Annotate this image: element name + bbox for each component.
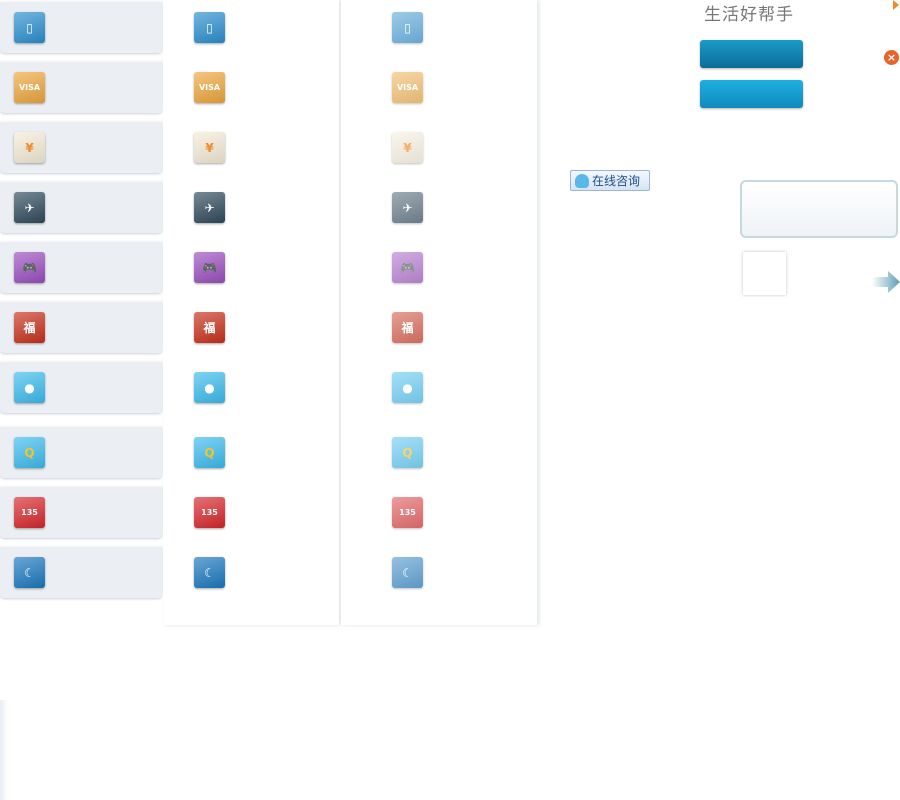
qcoin-icon[interactable]: Q — [14, 437, 45, 468]
lottery-fu-icon[interactable]: 福 — [194, 312, 225, 343]
mobile-recharge-icon[interactable]: ▯ — [392, 12, 423, 43]
icon-column-faded — [341, 0, 537, 625]
credit-card-icon[interactable]: VISA — [14, 72, 45, 103]
game-controller-icon[interactable]: 🎮 — [14, 252, 45, 283]
hotel-icon[interactable]: ☾ — [194, 557, 225, 588]
house-payment-icon[interactable]: ¥ — [392, 132, 423, 163]
credit-card-icon[interactable]: VISA — [392, 72, 423, 103]
arrow-right-icon[interactable] — [872, 270, 900, 294]
icon-column-normal — [163, 0, 339, 625]
flight-icon[interactable]: ✈ — [194, 192, 225, 223]
mobile-recharge-icon[interactable]: ▯ — [14, 12, 45, 43]
page-title: 生活好帮手 — [704, 5, 794, 25]
flight-icon[interactable]: ✈ — [392, 192, 423, 223]
lottery-fu-icon[interactable]: 福 — [392, 312, 423, 343]
blue-button[interactable] — [700, 80, 803, 108]
shadow-edge — [0, 700, 8, 800]
number-lottery-icon[interactable]: 135 — [194, 497, 225, 528]
lottery-fu-icon[interactable]: 福 — [14, 312, 45, 343]
game-controller-icon[interactable]: 🎮 — [392, 252, 423, 283]
qq-penguin-icon[interactable]: ● — [392, 372, 423, 403]
qq-penguin-icon[interactable]: ● — [14, 372, 45, 403]
flight-icon[interactable]: ✈ — [14, 192, 45, 223]
house-payment-icon[interactable]: ¥ — [14, 132, 45, 163]
image-frame — [743, 252, 786, 295]
online-consult-button[interactable]: 在线咨询 — [570, 170, 650, 191]
qq-penguin-icon[interactable]: ● — [194, 372, 225, 403]
game-controller-icon[interactable]: 🎮 — [194, 252, 225, 283]
blue-button-pressed[interactable] — [700, 40, 803, 68]
text-box[interactable] — [740, 180, 898, 238]
house-payment-icon[interactable]: ¥ — [194, 132, 225, 163]
number-lottery-icon[interactable]: 135 — [14, 497, 45, 528]
qcoin-icon[interactable]: Q — [194, 437, 225, 468]
triangle-right-icon[interactable] — [893, 0, 899, 10]
online-consult-label: 在线咨询 — [592, 174, 641, 188]
number-lottery-icon[interactable]: 135 — [392, 497, 423, 528]
hotel-icon[interactable]: ☾ — [392, 557, 423, 588]
qq-icon — [575, 173, 589, 188]
credit-card-icon[interactable]: VISA — [194, 72, 225, 103]
mobile-recharge-icon[interactable]: ▯ — [194, 12, 225, 43]
hotel-icon[interactable]: ☾ — [14, 557, 45, 588]
close-icon[interactable]: × — [884, 50, 899, 65]
qcoin-icon[interactable]: Q — [392, 437, 423, 468]
